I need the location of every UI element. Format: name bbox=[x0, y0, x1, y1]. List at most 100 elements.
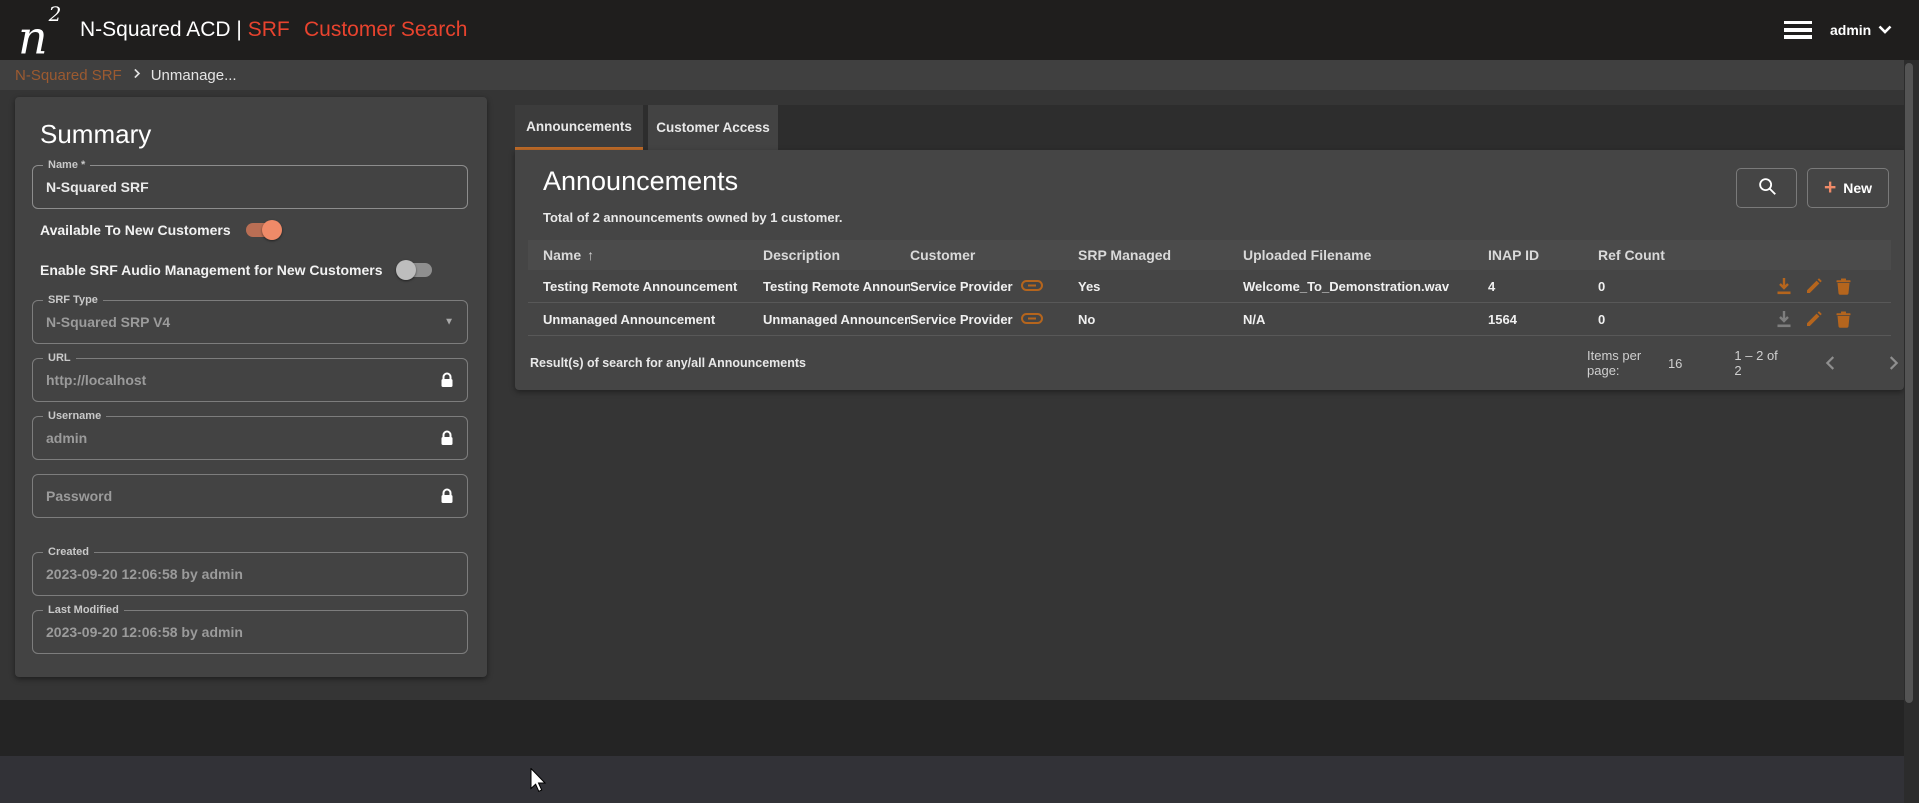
delete-trash-icon[interactable] bbox=[1836, 311, 1851, 328]
table-header-row: Name↑ Description Customer SRP Managed U… bbox=[528, 240, 1891, 270]
search-icon bbox=[1756, 175, 1778, 202]
row-actions bbox=[1740, 277, 1891, 295]
table-row[interactable]: Unmanaged Announcement Unmanaged Announc… bbox=[528, 303, 1891, 336]
column-header-srp-managed[interactable]: SRP Managed bbox=[1078, 247, 1243, 263]
cell-inap-id: 1564 bbox=[1488, 312, 1598, 327]
srf-type-select bbox=[33, 301, 467, 343]
breadcrumb-chevron-icon bbox=[130, 67, 143, 84]
hamburger-menu-icon[interactable] bbox=[1784, 21, 1812, 39]
column-header-customer[interactable]: Customer bbox=[910, 247, 1078, 263]
cell-customer: Service Provider bbox=[910, 312, 1078, 327]
srf-type-field: SRF Type ▼ bbox=[32, 300, 468, 344]
cell-srp-managed: No bbox=[1078, 312, 1243, 327]
name-input[interactable] bbox=[33, 166, 467, 208]
results-summary-text: Result(s) of search for any/all Announce… bbox=[530, 356, 806, 370]
enable-srf-audio-row: Enable SRF Audio Management for New Cust… bbox=[40, 258, 434, 282]
password-input bbox=[33, 475, 467, 517]
announcements-table: Name↑ Description Customer SRP Managed U… bbox=[528, 240, 1891, 336]
customer-search-link[interactable]: Customer Search bbox=[304, 0, 467, 60]
bottom-strip bbox=[0, 756, 1919, 803]
link-icon[interactable] bbox=[1021, 279, 1043, 294]
tab-announcements[interactable]: Announcements bbox=[515, 105, 643, 150]
application-window: n2 N-Squared ACD | SRF Customer Search a… bbox=[0, 0, 1919, 803]
cell-name: Testing Remote Announcement bbox=[528, 279, 763, 294]
last-modified-field: Last Modified bbox=[32, 610, 468, 654]
next-page-icon[interactable] bbox=[1882, 352, 1904, 374]
enable-srf-audio-toggle[interactable] bbox=[396, 260, 434, 280]
summary-panel: Summary Name * Available To New Customer… bbox=[15, 97, 487, 677]
app-title-srf: SRF bbox=[248, 18, 290, 41]
cell-uploaded-filename: N/A bbox=[1243, 312, 1488, 327]
lock-icon[interactable] bbox=[440, 430, 454, 446]
items-per-page-label: Items per page: bbox=[1587, 348, 1663, 378]
cell-srp-managed: Yes bbox=[1078, 279, 1243, 294]
created-value bbox=[33, 553, 467, 595]
edit-pencil-icon[interactable] bbox=[1806, 278, 1822, 294]
column-header-name[interactable]: Name↑ bbox=[528, 247, 763, 263]
column-header-description[interactable]: Description bbox=[763, 247, 910, 263]
table-row[interactable]: Testing Remote Announcement Testing Remo… bbox=[528, 270, 1891, 303]
plus-icon: + bbox=[1824, 178, 1836, 198]
url-field: URL bbox=[32, 358, 468, 402]
download-icon[interactable] bbox=[1776, 277, 1792, 295]
password-field bbox=[32, 474, 468, 518]
top-app-bar: n2 N-Squared ACD | SRF Customer Search a… bbox=[0, 0, 1919, 60]
url-label: URL bbox=[43, 352, 76, 364]
paginator: Items per page: 16 1 – 2 of 2 bbox=[1587, 350, 1904, 376]
lock-icon[interactable] bbox=[440, 372, 454, 388]
new-button[interactable]: + New bbox=[1807, 168, 1889, 208]
enable-srf-audio-label: Enable SRF Audio Management for New Cust… bbox=[40, 262, 383, 278]
cell-inap-id: 4 bbox=[1488, 279, 1598, 294]
paginator-range: 1 – 2 of 2 bbox=[1734, 348, 1780, 378]
announcements-title: Announcements bbox=[543, 166, 738, 197]
username-input bbox=[33, 417, 467, 459]
chevron-down-icon bbox=[1878, 21, 1892, 39]
cell-ref-count: 0 bbox=[1598, 279, 1740, 294]
cell-description: Unmanaged Announcement bbox=[763, 312, 910, 327]
new-button-label: New bbox=[1843, 180, 1872, 196]
vertical-scrollbar[interactable] bbox=[1904, 60, 1919, 803]
row-actions bbox=[1740, 310, 1891, 328]
summary-title: Summary bbox=[40, 119, 151, 150]
user-menu[interactable]: admin bbox=[1830, 0, 1892, 60]
username-field: Username bbox=[32, 416, 468, 460]
available-to-new-customers-label: Available To New Customers bbox=[40, 222, 231, 238]
n-squared-logo: n2 bbox=[18, 2, 60, 65]
column-header-inap-id[interactable]: INAP ID bbox=[1488, 247, 1598, 263]
edit-pencil-icon[interactable] bbox=[1806, 311, 1822, 327]
name-field: Name * bbox=[32, 165, 468, 209]
last-modified-label: Last Modified bbox=[43, 604, 124, 616]
breadcrumb-current: Unmanage... bbox=[151, 67, 237, 84]
download-icon-disabled bbox=[1776, 310, 1792, 328]
dropdown-caret-icon: ▼ bbox=[444, 317, 454, 328]
link-icon[interactable] bbox=[1021, 312, 1043, 327]
url-input bbox=[33, 359, 467, 401]
column-header-ref-count[interactable]: Ref Count bbox=[1598, 247, 1740, 263]
lock-icon[interactable] bbox=[440, 488, 454, 504]
cell-description: Testing Remote Announcement bbox=[763, 279, 910, 294]
username-label: Username bbox=[43, 410, 106, 422]
last-modified-value bbox=[33, 611, 467, 653]
action-bar: Delete Back to SRFs Save bbox=[0, 700, 1919, 756]
available-to-new-customers-toggle[interactable] bbox=[244, 220, 282, 240]
items-per-page-select[interactable]: 16 bbox=[1668, 356, 1682, 371]
announcements-panel: Announcements Total of 2 announcements o… bbox=[515, 150, 1904, 390]
announcements-subtitle: Total of 2 announcements owned by 1 cust… bbox=[543, 210, 843, 225]
app-title: N-Squared ACD | SRF bbox=[80, 0, 290, 60]
cell-uploaded-filename: Welcome_To_Demonstration.wav bbox=[1243, 279, 1488, 294]
scrollbar-thumb[interactable] bbox=[1905, 63, 1913, 703]
search-button[interactable] bbox=[1736, 168, 1797, 208]
breadcrumb: N-Squared SRF Unmanage... bbox=[0, 60, 1919, 90]
cell-name: Unmanaged Announcement bbox=[528, 312, 763, 327]
tab-customer-access[interactable]: Customer Access bbox=[648, 105, 778, 150]
created-field: Created bbox=[32, 552, 468, 596]
delete-trash-icon[interactable] bbox=[1836, 278, 1851, 295]
tab-bar: Announcements Customer Access bbox=[515, 105, 1904, 150]
previous-page-icon[interactable] bbox=[1820, 352, 1842, 374]
column-header-uploaded-filename[interactable]: Uploaded Filename bbox=[1243, 247, 1488, 263]
breadcrumb-root-link[interactable]: N-Squared SRF bbox=[15, 67, 122, 84]
srf-type-label: SRF Type bbox=[43, 294, 103, 306]
available-to-new-customers-row: Available To New Customers bbox=[40, 218, 282, 242]
created-label: Created bbox=[43, 546, 94, 558]
cell-ref-count: 0 bbox=[1598, 312, 1740, 327]
